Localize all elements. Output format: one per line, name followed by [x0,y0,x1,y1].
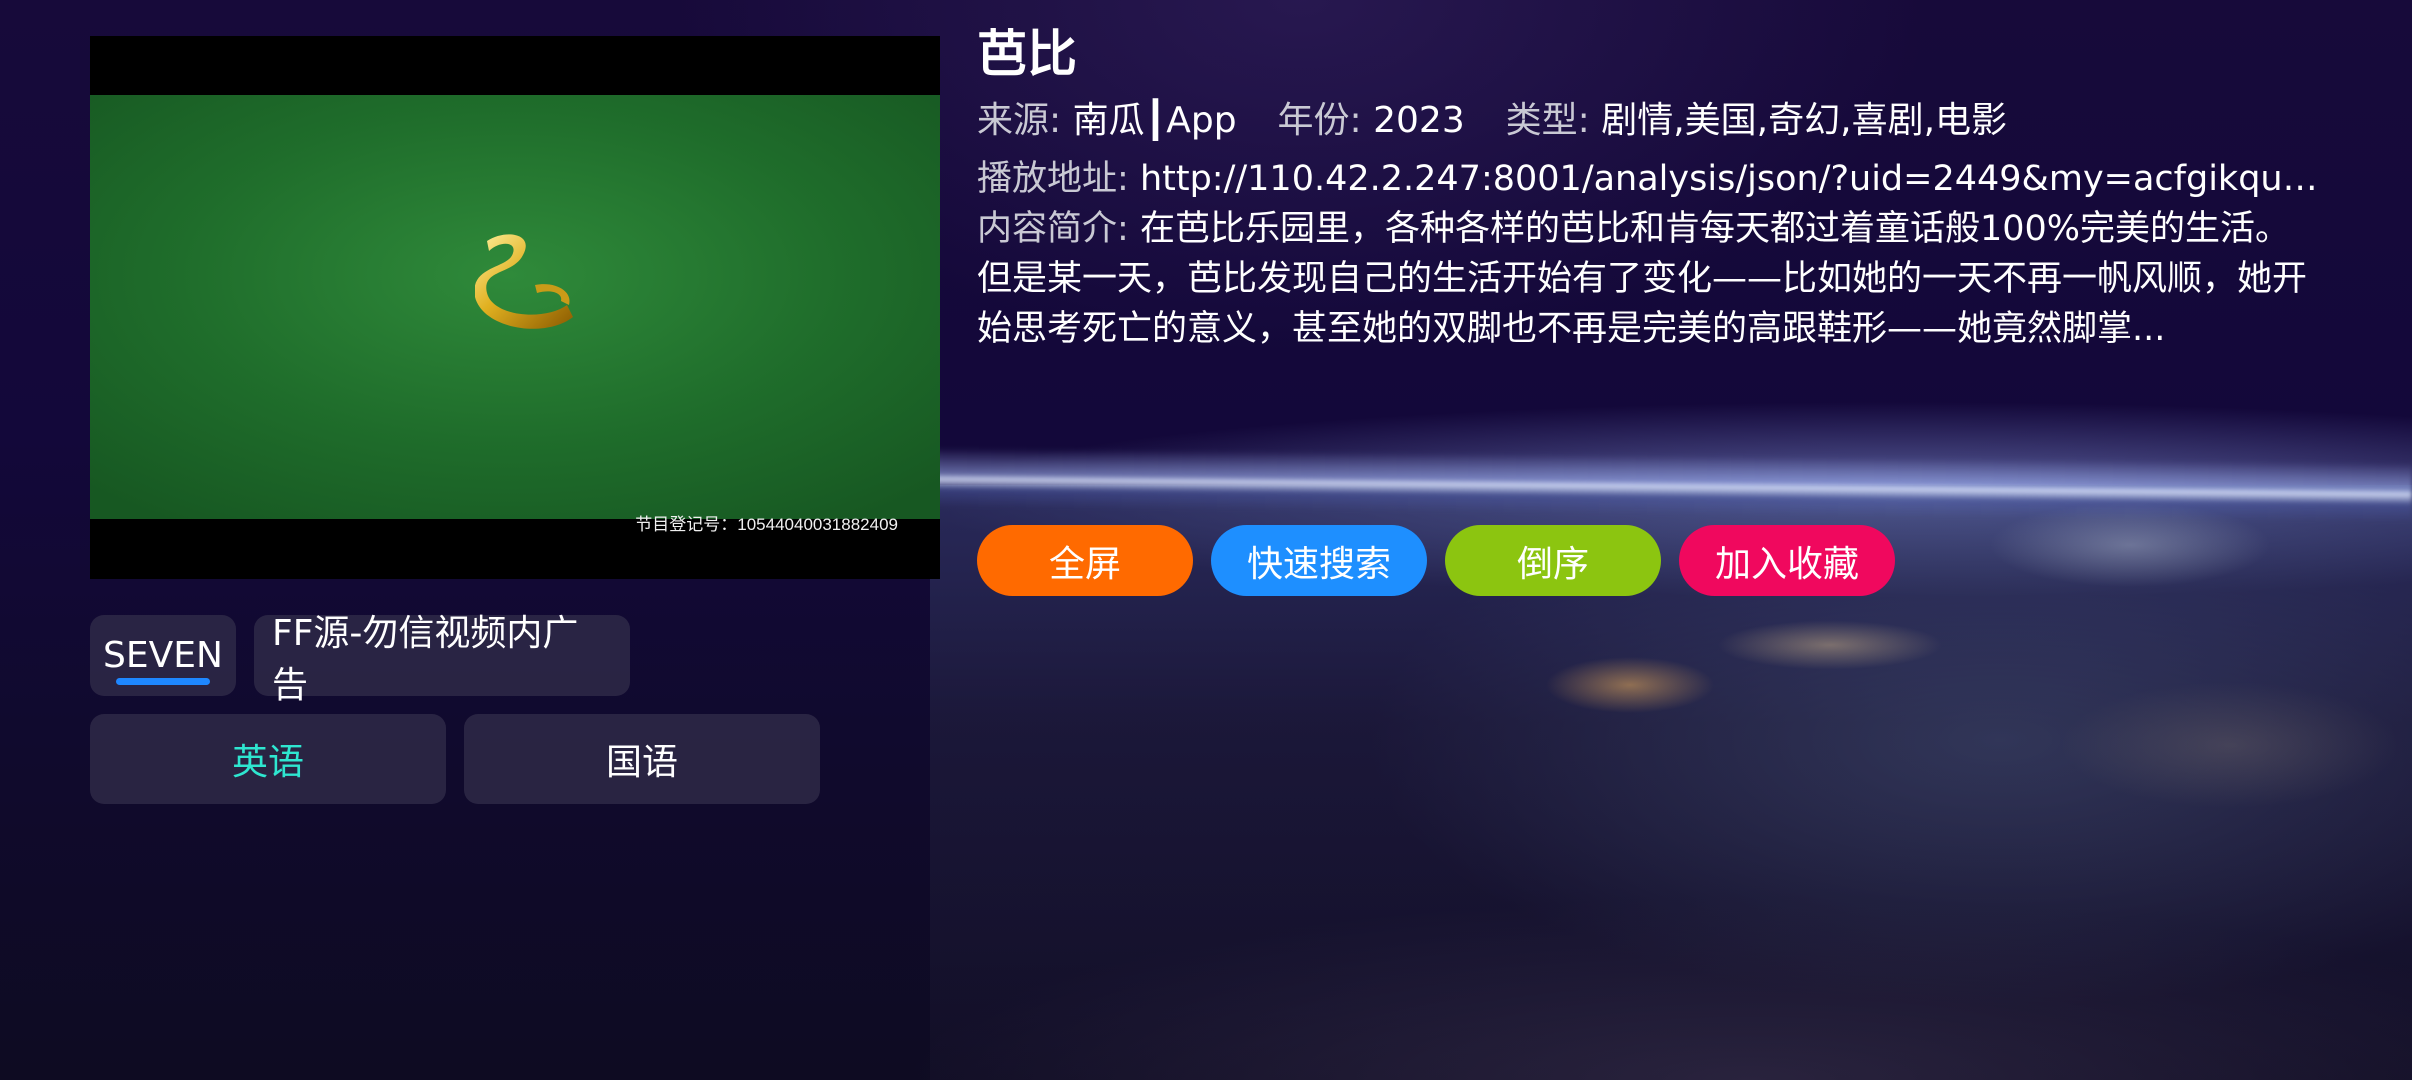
selected-underline [116,678,210,685]
source-value: 南瓜┃App [1072,100,1237,141]
language-mandarin[interactable]: 国语 [464,714,820,804]
language-list: 英语 国语 [90,714,820,804]
movie-title: 芭比 [977,25,1077,83]
add-favorite-button[interactable]: 加入收藏 [1679,525,1895,596]
play-url-value: http://110.42.2.247:8001/analysis/json/?… [1139,159,2322,199]
source-tab-label: FF源-勿信视频内广告 [272,612,579,706]
meta-line: 来源: 南瓜┃App 年份: 2023 类型: 剧情,美国,奇幻,喜剧,电影 [977,96,2007,146]
type-label: 类型: [1505,100,1590,141]
horizon-glow [929,447,2412,523]
source-tab-ff[interactable]: FF源-勿信视频内广告 [254,613,630,706]
fullscreen-button[interactable]: 全屏 [977,525,1193,596]
action-bar: 全屏 快速搜索 倒序 加入收藏 [977,525,1895,596]
play-url-line: 播放地址: http://110.42.2.247:8001/analysis/… [977,155,2322,203]
language-english[interactable]: 英语 [90,714,446,804]
video-player[interactable]: 节目登记号：10544040031882409 [90,36,940,579]
registration-number: 节目登记号：10544040031882409 [635,515,898,534]
source-label: 来源: [977,100,1062,141]
source-tab-seven[interactable]: SEVEN [90,615,236,696]
quick-search-button[interactable]: 快速搜索 [1211,525,1427,596]
year-label: 年份: [1277,100,1362,141]
type-value: 剧情,美国,奇幻,喜剧,电影 [1601,100,2008,141]
source-tabs: SEVEN FF源-勿信视频内广告 [90,613,630,706]
description-label: 内容简介: [977,209,1129,249]
ribbon-logo-icon [475,234,573,329]
play-url-label: 播放地址: [977,159,1129,199]
year-value: 2023 [1373,100,1465,141]
description-text: 在芭比乐园里，各种各样的芭比和肯每天都过着童话般100%完美的生活。但是某一天，… [977,209,2308,349]
description: 内容简介: 在芭比乐园里，各种各样的芭比和肯每天都过着童话般100%完美的生活。… [977,204,2322,354]
source-tab-label: SEVEN [103,635,223,676]
video-frame: 节目登记号：10544040031882409 [90,95,940,534]
reverse-order-button[interactable]: 倒序 [1445,525,1661,596]
